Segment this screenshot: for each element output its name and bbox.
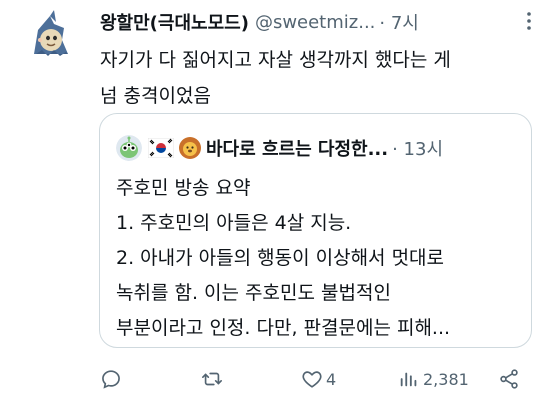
tweet-text: 자기가 다 짊어지고 자살 생각까지 했다는 게 넘 충격이었음 — [100, 42, 540, 114]
quoted-text-line: 주호민 방송 요약 — [116, 177, 251, 199]
tweet-text-line: 넘 충격이었음 — [100, 85, 211, 107]
like-icon — [302, 371, 322, 388]
alien-avatar — [116, 135, 142, 161]
author-avatar[interactable] — [24, 10, 76, 62]
tweet-text-line: 자기가 다 짊어지고 자살 생각까지 했다는 게 — [100, 49, 451, 71]
retweet-button[interactable] — [201, 363, 226, 395]
views-button[interactable]: 2,381 — [398, 363, 469, 395]
more-icon — [527, 12, 531, 30]
tweet-header: 왕할만(극대노모드) @sweetmiz... · 7시 — [100, 9, 541, 35]
quoted-tweet[interactable]: 바다로 흐르는 다정한... · 13시 주호민 방송 요약 1. 주호민의 아… — [99, 113, 532, 348]
like-button[interactable]: 4 — [301, 363, 336, 395]
like-count: 4 — [326, 369, 337, 389]
quoted-text-line: 1. 주호민의 아들은 4살 지능. — [116, 212, 352, 234]
views-icon — [400, 372, 417, 387]
quoted-author-name[interactable]: 바다로 흐르는 다정한... — [206, 135, 388, 161]
lion-icon — [178, 136, 202, 160]
quoted-author-avatar — [116, 135, 142, 161]
korea-flag-icon — [148, 138, 174, 158]
quoted-text-line: 부분이라고 인정. 다만, 판결문에는 피해... — [116, 317, 451, 339]
author-name[interactable]: 왕할만(극대노모드) — [100, 9, 249, 35]
author-handle[interactable]: @sweetmiz... — [255, 12, 375, 33]
views-count: 2,381 — [423, 369, 469, 389]
quoted-text-line: 녹취를 함. 이는 주호민도 불법적인 — [116, 282, 391, 304]
retweet-icon — [202, 372, 222, 386]
shark-avatar — [34, 10, 68, 56]
quoted-tweet-time[interactable]: · 13시 — [392, 135, 443, 161]
share-button[interactable] — [498, 363, 520, 395]
quoted-text-line: 2. 아내가 아들의 행동이 이상해서 멋대로 — [116, 247, 445, 269]
quoted-tweet-header: 바다로 흐르는 다정한... · 13시 — [116, 134, 517, 162]
reply-icon — [102, 370, 120, 389]
action-bar: 4 2,381 — [100, 363, 530, 395]
quoted-tweet-text: 주호민 방송 요약 1. 주호민의 아들은 4살 지능. 2. 아내가 아들의 … — [116, 171, 521, 346]
tweet-time[interactable]: · 7시 — [379, 9, 418, 35]
more-button[interactable] — [517, 9, 541, 33]
share-icon — [500, 369, 518, 389]
reply-button[interactable] — [100, 363, 125, 395]
